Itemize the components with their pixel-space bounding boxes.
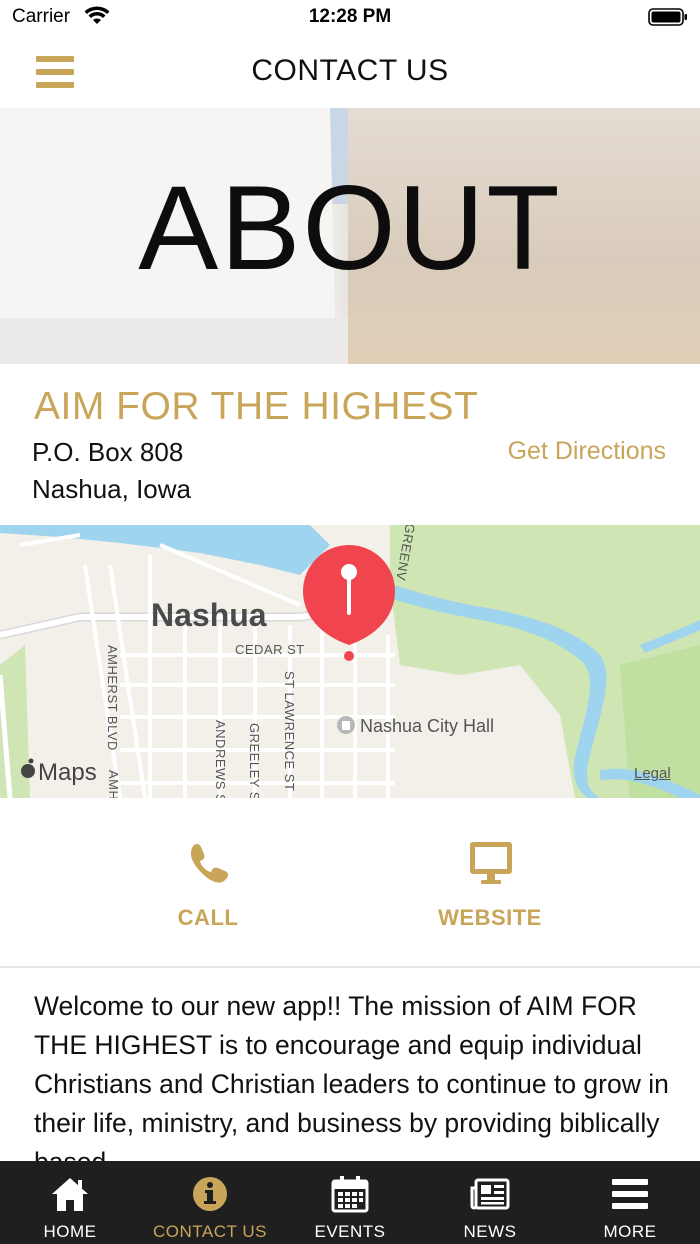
map-pin-icon [303, 545, 395, 661]
tab-contact-us[interactable]: CONTACT US [140, 1161, 280, 1244]
map-label-cedar-st: CEDAR ST [235, 642, 305, 657]
tab-more-label: MORE [603, 1222, 657, 1241]
monitor-icon [470, 842, 512, 884]
mission-description: Welcome to our new app!! The mission of … [34, 991, 669, 1177]
address-line-2: Nashua, Iowa [32, 474, 191, 504]
newspaper-icon [470, 1178, 510, 1210]
map-label-amherst-short: AMH [106, 770, 121, 798]
tab-news[interactable]: NEWS [420, 1161, 560, 1244]
contact-actions: CALL WEBSITE [0, 798, 700, 968]
tab-more[interactable]: MORE [560, 1161, 700, 1244]
map-label-greeley-st: GREELEY S [247, 723, 262, 798]
phone-icon [190, 843, 229, 883]
tab-home-label: HOME [43, 1222, 97, 1241]
hero-title: ABOUT [138, 161, 562, 295]
menu-icon [612, 1179, 648, 1209]
map-label-andrews-st: ANDREWS S [213, 720, 228, 798]
map-label-amherst-blvd: AMHERST BLVD [105, 645, 120, 751]
info-icon [193, 1177, 227, 1211]
tab-contact-us-label: CONTACT US [153, 1222, 267, 1241]
map-label-st-lawrence-st: ST LAWRENCE ST [282, 671, 297, 792]
tab-bar: HOME CONTACT US EVENTS NEWS MORE [0, 1161, 700, 1244]
hero-shade-area [0, 318, 350, 364]
page-title: CONTACT US [251, 54, 449, 87]
address-line-1: P.O. Box 808 [32, 437, 184, 467]
map-city-label: Nashua [151, 597, 267, 633]
tab-news-label: NEWS [463, 1222, 517, 1241]
battery-icon [648, 8, 687, 26]
website-label: WEBSITE [438, 905, 542, 930]
get-directions-link[interactable]: Get Directions [508, 437, 666, 466]
tab-events-label: EVENTS [314, 1222, 386, 1241]
tab-events[interactable]: EVENTS [280, 1161, 420, 1244]
map-city-hall-label: Nashua City Hall [360, 716, 495, 736]
organization-name: AIM FOR THE HIGHEST [34, 385, 479, 428]
apple-maps-logo: Maps [38, 759, 97, 786]
navigation-bar: CONTACT US [0, 36, 700, 108]
status-time: 12:28 PM [308, 6, 392, 27]
location-map[interactable]: CEDAR ST AMHERST BLVD AMH ANDREWS S GREE… [0, 525, 700, 798]
tab-home[interactable]: HOME [0, 1161, 140, 1244]
map-legal-link[interactable]: Legal [634, 765, 671, 782]
home-icon [52, 1178, 88, 1211]
calendar-icon [331, 1176, 369, 1213]
website-button[interactable]: WEBSITE [315, 798, 665, 968]
status-bar: Carrier 12:28 PM [0, 0, 700, 36]
